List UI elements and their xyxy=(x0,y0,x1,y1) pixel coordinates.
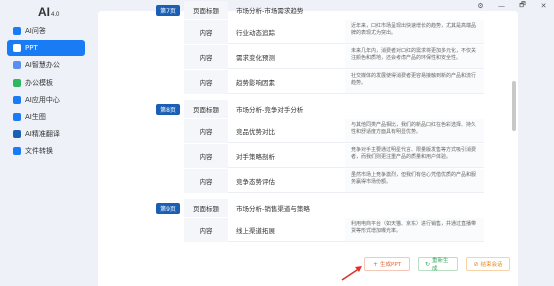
main-panel: 第7页 页面标题 市场分析-市场需求趋势 内容 行业动态追踪 近年来，口红市场呈现出快速增… xyxy=(98,1,518,286)
image-icon xyxy=(13,112,21,121)
row-indent xyxy=(154,70,184,94)
row-indent xyxy=(154,45,184,69)
sidebar-item-label: AI生图 xyxy=(25,112,46,121)
row-indent xyxy=(154,119,184,143)
row-description[interactable]: 竞争对手主要通过明星代言、限量版发售等方式吸引消费者，而我们则更注重产品的质量和… xyxy=(345,144,484,168)
sidebar: AI4.0 AI问答 PPT AI智慧办公 办公模板 AI应用中心 AI生图 AI精准翻译文… xyxy=(0,0,96,286)
close-icon[interactable]: ✕ xyxy=(533,0,554,12)
row-label: 内容 xyxy=(184,45,228,69)
generate-ppt-label: 生成PPT xyxy=(380,262,402,268)
row-label: 内容 xyxy=(184,20,228,44)
table-row: 内容 需求变化预测 未来几年内，消费者对口红的需求将更加多元化，不仅关注颜色和质地，… xyxy=(154,44,484,69)
end-session-button[interactable]: ⊘ 结束会话 xyxy=(466,257,510,271)
row-indent xyxy=(154,144,184,168)
row-label: 内容 xyxy=(184,144,228,168)
sidebar-item-label: AI问答 xyxy=(25,27,46,35)
sidebar-item-7[interactable]: 文件转换 xyxy=(7,143,85,159)
generate-ppt-button[interactable]: + 生成PPT xyxy=(364,257,410,271)
sidebar-item-label: AI应用中心 xyxy=(25,95,60,104)
sidebar-item-label: 文件转换 xyxy=(25,147,53,156)
refresh-icon: ↻ xyxy=(425,260,431,268)
row-item[interactable]: 线上渠道拓展 xyxy=(228,218,345,242)
sidebar-item-4[interactable]: AI应用中心 xyxy=(7,92,85,108)
outline-section: 第7页 页面标题 市场分析-市场需求趋势 内容 行业动态追踪 近年来，口红市场呈现出快速增… xyxy=(154,1,484,94)
plus-icon: + xyxy=(372,260,379,268)
sidebar-item-6[interactable]: AI精准翻译 xyxy=(7,126,85,142)
sidebar-item-5[interactable]: AI生图 xyxy=(7,109,85,125)
row-item[interactable]: 竞品优势对比 xyxy=(228,119,345,143)
sidebar-item-label: AI精准翻译 xyxy=(25,130,60,139)
table-row: 内容 行业动态追踪 近年来，口红市场呈现出快速增长的趋势，尤其是高端品牌的表现尤为突… xyxy=(154,19,484,44)
regenerate-button[interactable]: ↻ 重新生成 xyxy=(418,257,458,272)
row-indent xyxy=(154,169,184,193)
row-indent xyxy=(154,20,184,44)
sidebar-item-0[interactable]: AI问答 xyxy=(7,23,85,39)
chat-icon xyxy=(13,27,21,35)
section-label: 页面标题 xyxy=(184,1,228,19)
sidebar-nav: AI问答 PPT AI智慧办公 办公模板 AI应用中心 AI生图 AI精准翻译 文件转换 xyxy=(7,23,85,161)
section-label: 页面标题 xyxy=(184,100,228,118)
pen-icon xyxy=(13,61,21,70)
outline-section: 第8页 页面标题 市场分析-竞争对手分析 内容 竞品优势对比 与其他同类产品相比，我们的新… xyxy=(154,100,484,193)
regenerate-label: 重新生成 xyxy=(432,258,449,272)
apps-icon xyxy=(13,95,21,104)
action-bar: + 生成PPT ↻ 重新生成 ⊘ 结束会话 xyxy=(364,257,510,272)
sidebar-item-label: PPT xyxy=(25,44,38,53)
sidebar-item-2[interactable]: AI智慧办公 xyxy=(7,57,85,73)
row-label: 内容 xyxy=(184,169,228,193)
row-item[interactable]: 对手策略剖析 xyxy=(228,144,345,168)
table-row: 内容 对手策略剖析 竞争对手主要通过明星代言、限量版发售等方式吸引消费者，而我们则更… xyxy=(154,143,484,168)
row-description[interactable]: 近年来，口红市场呈现出快速增长的趋势，尤其是高端品牌的表现尤为突出。 xyxy=(345,20,484,44)
app-logo: AI4.0 xyxy=(38,5,59,19)
sidebar-item-label: AI智慧办公 xyxy=(25,61,60,70)
page-badge: 第8页 xyxy=(156,103,180,115)
scrollbar[interactable] xyxy=(512,81,516,131)
annotation-arrow-icon xyxy=(341,266,362,281)
page-badge: 第9页 xyxy=(156,202,180,214)
row-label: 内容 xyxy=(184,218,228,242)
row-description[interactable]: 与其他同类产品相比，我们的新品口红在色彩选择、持久性和舒适度方面具有明显优势。 xyxy=(345,119,484,143)
outline-table: 第7页 页面标题 市场分析-市场需求趋势 内容 行业动态追踪 近年来，口红市场呈现出快速增… xyxy=(154,1,484,246)
section-title[interactable]: 市场分析-竞争对手分析 xyxy=(236,104,303,114)
table-row: 内容 线上渠道拓展 利用电商平台（如天猫、京东）进行销售，并通过直播带货等形式增加曝… xyxy=(154,217,484,242)
row-description[interactable]: 社交媒体的发展使得消费者更容易接触到新的产品和流行趋势。 xyxy=(345,70,484,94)
row-label: 内容 xyxy=(184,70,228,94)
table-row: 内容 趋势影响因素 社交媒体的发展使得消费者更容易接触到新的产品和流行趋势。 xyxy=(154,69,484,94)
section-header: 第8页 页面标题 市场分析-竞争对手分析 xyxy=(154,100,484,118)
translate-icon xyxy=(13,130,21,139)
table-row: 内容 竞品优势对比 与其他同类产品相比，我们的新品口红在色彩选择、持久性和舒适度方面… xyxy=(154,118,484,143)
row-label: 内容 xyxy=(184,119,228,143)
row-indent xyxy=(154,218,184,242)
section-title[interactable]: 市场分析-销售渠道与策略 xyxy=(236,203,310,213)
section-label: 页面标题 xyxy=(184,199,228,217)
convert-icon xyxy=(13,147,21,156)
row-description[interactable]: 虽然市场上竞争激烈，但我们有信心凭借优质的产品和服务赢得市场份额。 xyxy=(345,169,484,193)
template-icon xyxy=(13,78,21,87)
sidebar-item-3[interactable]: 办公模板 xyxy=(7,75,85,91)
sidebar-item-label: 办公模板 xyxy=(25,78,53,87)
section-header: 第9页 页面标题 市场分析-销售渠道与策略 xyxy=(154,199,484,217)
end-session-label: 结束会话 xyxy=(480,262,503,268)
row-description[interactable]: 利用电商平台（如天猫、京东）进行销售，并通过直播带货等形式增加曝光率。 xyxy=(345,218,484,242)
row-item[interactable]: 趋势影响因素 xyxy=(228,70,345,94)
stop-icon: ⊘ xyxy=(473,260,479,268)
row-description[interactable]: 未来几年内，消费者对口红的需求将更加多元化，不仅关注颜色和质地，还会考虑产品的环… xyxy=(345,45,484,69)
page-badge: 第7页 xyxy=(156,4,180,16)
sidebar-item-1[interactable]: PPT xyxy=(7,40,85,57)
ppt-icon xyxy=(13,44,21,53)
table-row: 内容 竞争态势评估 虽然市场上竞争激烈，但我们有信心凭借优质的产品和服务赢得市场份额… xyxy=(154,168,484,193)
outline-section: 第9页 页面标题 市场分析-销售渠道与策略 内容 线上渠道拓展 利用电商平台（如天猫、京东… xyxy=(154,199,484,242)
section-title[interactable]: 市场分析-市场需求趋势 xyxy=(236,5,303,15)
logo-version: 4.0 xyxy=(51,12,60,18)
row-item[interactable]: 行业动态追踪 xyxy=(228,20,345,44)
logo-text: AI xyxy=(38,5,50,19)
row-item[interactable]: 竞争态势评估 xyxy=(228,169,345,193)
section-header: 第7页 页面标题 市场分析-市场需求趋势 xyxy=(154,1,484,19)
row-item[interactable]: 需求变化预测 xyxy=(228,45,345,69)
